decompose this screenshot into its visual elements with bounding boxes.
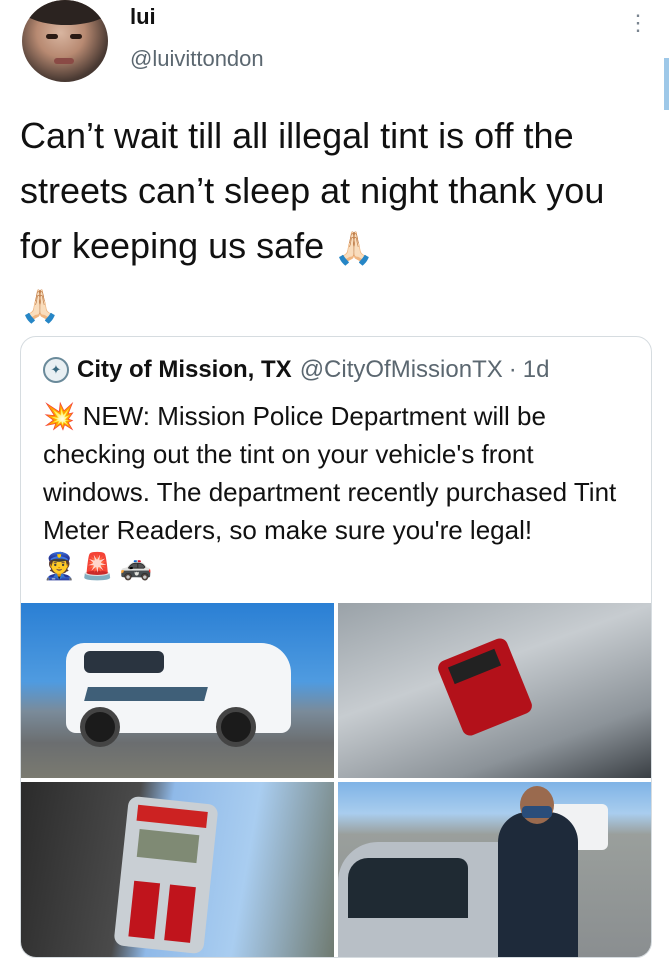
praying-hands-icon: 🙏🏻	[334, 229, 375, 266]
meter-screen	[447, 648, 502, 685]
scrollbar[interactable]	[664, 58, 669, 110]
photo-officer-at-car[interactable]	[338, 782, 651, 957]
meter-grip	[164, 884, 196, 943]
tweet-text: Can’t wait till all illegal tint is off …	[20, 108, 640, 334]
police-suv-shape	[66, 643, 291, 747]
tint-meter-device	[113, 795, 219, 955]
officer-head	[520, 786, 554, 824]
police-officer	[498, 786, 578, 957]
praying-hands-icon: 🙏🏻	[20, 287, 60, 324]
police-officer-icon: 👮	[43, 551, 76, 581]
more-options-icon[interactable]: ⋮	[626, 10, 650, 36]
author-name[interactable]: lui	[130, 4, 156, 30]
tweet-body: Can’t wait till all illegal tint is off …	[20, 115, 605, 266]
avatar-eye	[70, 34, 82, 39]
quoted-author-handle[interactable]: @CityOfMissionTX	[300, 356, 503, 384]
tweet-header: lui @luivittondon ⋮	[0, 0, 670, 110]
author-handle[interactable]: @luivittondon	[130, 46, 264, 72]
avatar-mouth	[54, 58, 74, 64]
meta-separator: ·	[508, 356, 517, 383]
suv-stripe	[84, 687, 208, 701]
avatar-hair	[22, 0, 108, 25]
suv-window	[84, 651, 164, 673]
police-car-icon: 🚓	[119, 551, 153, 581]
meter-screen	[136, 828, 200, 864]
suv-wheel	[80, 707, 120, 747]
meter-label	[136, 804, 208, 828]
quoted-timestamp[interactable]: 1d	[523, 356, 550, 384]
quoted-author-name[interactable]: City of Mission, TX	[77, 356, 292, 384]
meter-grip	[128, 880, 161, 940]
car-window	[348, 858, 468, 918]
quoted-tweet-text: 💥 NEW: Mission Police Department will be…	[43, 401, 617, 545]
avatar-eye	[46, 34, 58, 39]
officer-mask	[522, 806, 552, 818]
photo-grid	[21, 603, 651, 957]
quoted-emoji-row: 👮 🚨 🚓	[43, 551, 152, 582]
photo-tint-meter-handheld[interactable]	[21, 782, 334, 957]
author-avatar[interactable]	[22, 0, 108, 82]
suv-wheel	[216, 707, 256, 747]
quoted-tweet[interactable]: ✦ City of Mission, TX @CityOfMissionTX ·…	[20, 336, 652, 958]
siren-icon: 🚨	[81, 551, 114, 581]
quoted-tweet-header: ✦ City of Mission, TX @CityOfMissionTX ·…	[43, 355, 549, 385]
tint-meter-device	[435, 636, 535, 738]
photo-tint-meter-on-hood[interactable]	[338, 603, 651, 778]
silver-car	[338, 842, 518, 957]
city-seal-icon: ✦	[43, 357, 69, 383]
photo-police-suv[interactable]	[21, 603, 334, 778]
